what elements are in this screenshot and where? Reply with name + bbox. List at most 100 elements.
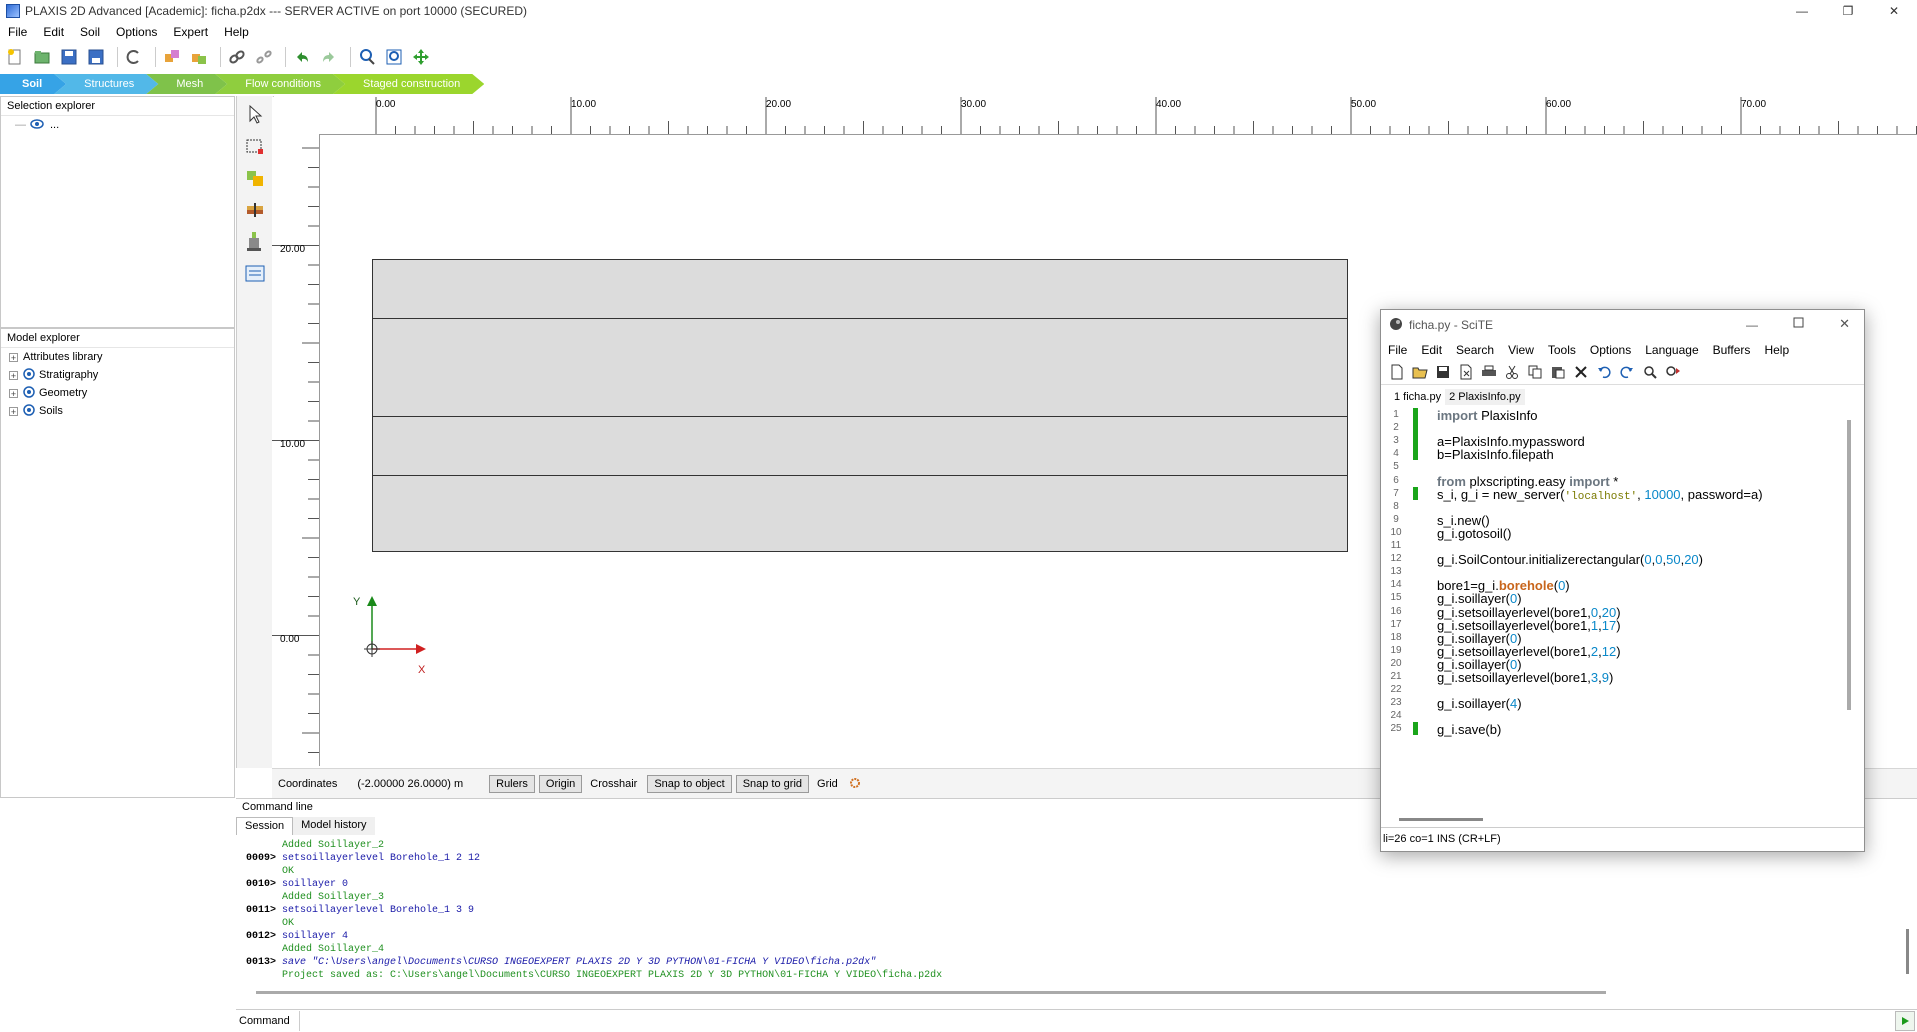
scite-menu-buffers[interactable]: Buffers [1706, 343, 1758, 357]
menu-file[interactable]: File [0, 25, 35, 39]
selection-explorer-item[interactable]: — ... [1, 116, 234, 134]
scite-menu-help[interactable]: Help [1757, 343, 1796, 357]
menu-options[interactable]: Options [108, 25, 165, 39]
log-line: 0010> soillayer 0 [246, 878, 1886, 891]
print-icon[interactable] [1481, 364, 1497, 380]
new-project-icon[interactable] [4, 46, 26, 68]
import-geometry-icon[interactable] [161, 46, 183, 68]
zoom-extents-icon[interactable] [383, 46, 405, 68]
snap-to-object-toggle[interactable]: Snap to object [647, 775, 732, 793]
save-file-icon[interactable] [1435, 364, 1451, 380]
tab-session[interactable]: Session [236, 817, 294, 835]
model-explorer-geometry[interactable]: + Geometry [1, 384, 234, 402]
scite-menu-file[interactable]: File [1381, 343, 1414, 357]
line-number: 17 [1390, 618, 1402, 630]
scite-menu-search[interactable]: Search [1449, 343, 1501, 357]
soil-contour[interactable] [372, 259, 1348, 552]
vertical-scrollbar[interactable] [1906, 929, 1909, 974]
tab-mesh[interactable]: Mesh [146, 74, 227, 94]
eye-icon[interactable] [23, 385, 35, 401]
command-input[interactable] [299, 1011, 1895, 1031]
import-soil-icon[interactable] [245, 168, 265, 191]
borehole-icon[interactable] [245, 230, 265, 257]
replace-icon[interactable] [1665, 364, 1681, 380]
scite-close-button[interactable]: ✕ [1839, 316, 1850, 332]
log-line: OK [246, 917, 1886, 930]
menu-expert[interactable]: Expert [165, 25, 216, 39]
expand-icon[interactable]: + [9, 388, 18, 398]
tab-model-history[interactable]: Model history [293, 817, 375, 835]
eye-icon[interactable] [23, 403, 35, 419]
redo-icon[interactable] [1619, 364, 1635, 380]
close-button[interactable]: ✕ [1871, 0, 1917, 22]
tab-soil[interactable]: Soil [0, 74, 66, 94]
scite-vertical-scrollbar[interactable] [1847, 420, 1851, 710]
scite-minimize-button[interactable]: — [1746, 318, 1758, 332]
expand-icon[interactable]: + [9, 352, 18, 362]
modify-soil-layers-icon[interactable] [245, 200, 265, 223]
menu-help[interactable]: Help [216, 25, 257, 39]
log-line: 0009> setsoillayerlevel Borehole_1 2 12 [246, 852, 1886, 865]
tab-plaxisinfo-py[interactable]: 2 PlaxisInfo.py [1445, 389, 1525, 405]
expand-icon[interactable]: + [9, 406, 18, 416]
scite-menu-edit[interactable]: Edit [1414, 343, 1449, 357]
show-materials-icon[interactable] [245, 264, 265, 287]
close-file-icon[interactable] [1458, 364, 1474, 380]
scite-menu-tools[interactable]: Tools [1541, 343, 1583, 357]
scite-maximize-button[interactable] [1793, 317, 1804, 331]
find-icon[interactable] [1642, 364, 1658, 380]
unlink-icon[interactable] [253, 46, 275, 68]
origin-toggle[interactable]: Origin [538, 775, 583, 793]
grid-settings-icon[interactable] [848, 776, 862, 793]
eye-icon[interactable] [30, 118, 44, 132]
scite-menu-view[interactable]: View [1501, 343, 1541, 357]
copy-icon[interactable] [1527, 364, 1543, 380]
snap-to-grid-toggle[interactable]: Snap to grid [735, 775, 810, 793]
model-explorer-soils[interactable]: + Soils [1, 402, 234, 420]
model-explorer-stratigraphy[interactable]: + Stratigraphy [1, 366, 234, 384]
expand-icon[interactable]: + [9, 370, 18, 380]
undo-icon[interactable] [1596, 364, 1612, 380]
soil-contour-icon[interactable] [245, 136, 265, 159]
tab-flow-conditions[interactable]: Flow conditions [215, 74, 345, 94]
undo-icon[interactable] [291, 46, 313, 68]
redo-icon[interactable] [318, 46, 340, 68]
new-file-icon[interactable] [1389, 364, 1405, 380]
save-icon[interactable] [58, 46, 80, 68]
scite-horizontal-scrollbar[interactable] [1399, 818, 1483, 821]
pan-icon[interactable] [410, 46, 432, 68]
scite-code-editor[interactable]: 1 import PlaxisInfo 2 3 a=PlaxisInfo.mypassw… [1381, 406, 1836, 812]
log-line-text: soillayer 0 [282, 879, 349, 890]
menu-edit[interactable]: Edit [35, 25, 72, 39]
run-command-button[interactable] [1895, 1011, 1915, 1031]
grid-toggle[interactable]: Grid [817, 778, 838, 790]
save-as-icon[interactable] [85, 46, 107, 68]
reset-icon[interactable] [123, 46, 145, 68]
paste-icon[interactable] [1550, 364, 1566, 380]
zoom-icon[interactable] [356, 46, 378, 68]
select-icon[interactable] [245, 104, 265, 127]
crosshair-toggle[interactable]: Crosshair [590, 778, 637, 790]
model-explorer-attributes-library[interactable]: + Attributes library [1, 348, 234, 366]
menu-soil[interactable]: Soil [72, 25, 108, 39]
log-line-number: 0010> [246, 879, 277, 890]
rulers-toggle[interactable]: Rulers [489, 775, 535, 793]
eye-icon[interactable] [23, 367, 35, 383]
cut-icon[interactable] [1504, 364, 1520, 380]
line-number: 24 [1390, 710, 1402, 722]
delete-icon[interactable] [1573, 364, 1589, 380]
link-icon[interactable] [226, 46, 248, 68]
tab-ficha-py[interactable]: 1 ficha.py [1390, 389, 1446, 405]
scite-menu-language[interactable]: Language [1638, 343, 1705, 357]
maximize-button[interactable]: ❐ [1825, 0, 1871, 22]
horizontal-scrollbar[interactable] [256, 991, 1606, 994]
scite-status-bar: li=26 co=1 INS (CR+LF) [1381, 827, 1864, 850]
minimize-button[interactable]: — [1779, 0, 1825, 22]
tab-structures[interactable]: Structures [54, 74, 158, 94]
export-geometry-icon[interactable] [188, 46, 210, 68]
open-file-icon[interactable] [1412, 364, 1428, 380]
change-marker [1413, 486, 1418, 500]
scite-menu-options[interactable]: Options [1583, 343, 1638, 357]
tab-staged-construction[interactable]: Staged construction [333, 74, 484, 94]
open-project-icon[interactable] [31, 46, 53, 68]
